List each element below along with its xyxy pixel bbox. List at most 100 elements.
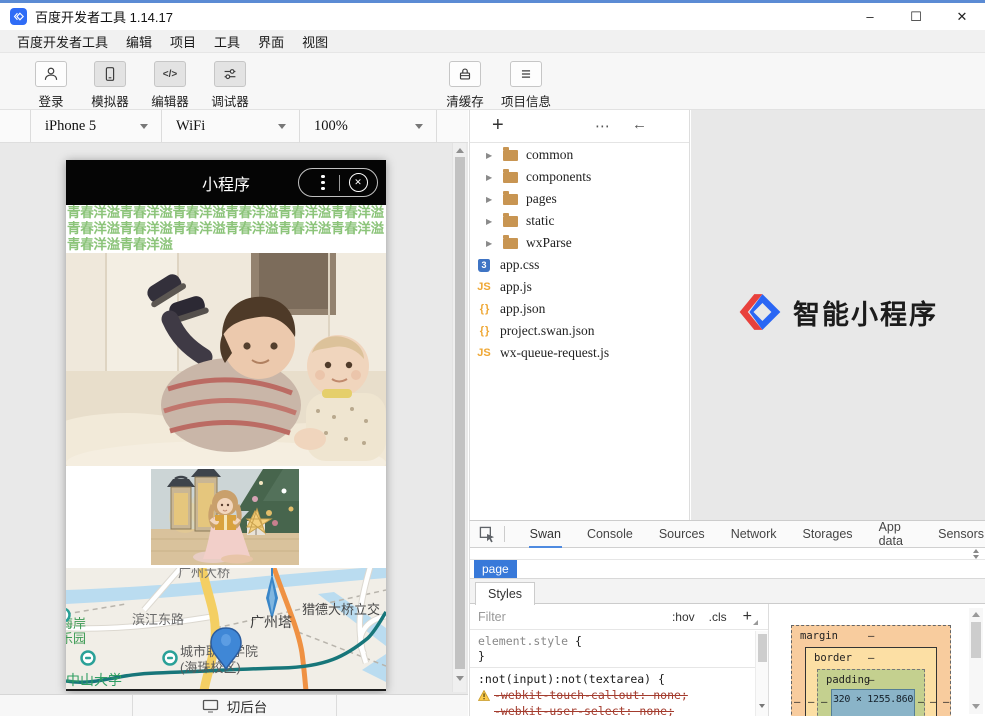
- simulator-button[interactable]: [94, 61, 126, 87]
- tab-storages[interactable]: Storages: [802, 521, 854, 548]
- menu-project[interactable]: 项目: [161, 32, 205, 51]
- border-right-value: –: [930, 696, 936, 708]
- breadcrumb-page[interactable]: page: [474, 560, 517, 578]
- scroll-up-arrow[interactable]: [973, 549, 979, 553]
- tree-folder-wxparse[interactable]: ▶ wxParse: [470, 232, 689, 254]
- scroll-up-arrow[interactable]: [456, 148, 464, 153]
- styles-pane: :hov .cls + element.style { } :not(input…: [470, 604, 769, 716]
- scroll-up-arrow[interactable]: [972, 612, 980, 617]
- margin-top-value: –: [868, 630, 874, 642]
- simulator-bottom-bar: 切后台: [0, 694, 468, 716]
- file-name: app.json: [500, 301, 545, 317]
- menu-app[interactable]: 百度开发者工具: [8, 32, 117, 51]
- selector[interactable]: element.style: [478, 634, 568, 648]
- login-button[interactable]: [35, 61, 67, 87]
- tree-more-button[interactable]: ⋯: [595, 117, 611, 135]
- elements-scrollbar[interactable]: [973, 549, 979, 559]
- tabbar-divider: [504, 526, 505, 542]
- simulator-scrollbar[interactable]: [452, 143, 466, 692]
- tree-file-appcss[interactable]: 3 app.css: [470, 254, 689, 276]
- zoom-select[interactable]: 100%: [300, 110, 437, 142]
- expand-arrow-icon[interactable]: ▶: [486, 151, 496, 160]
- tab-console[interactable]: Console: [586, 521, 634, 548]
- selector[interactable]: :not(input):not(textarea): [478, 672, 651, 686]
- baidu-smartapp-glyph: [12, 10, 25, 23]
- minimize-button[interactable]: –: [847, 3, 893, 30]
- tree-folder-pages[interactable]: ▶ pages: [470, 188, 689, 210]
- menu-interface[interactable]: 界面: [249, 32, 293, 51]
- expand-arrow-icon[interactable]: ▶: [486, 239, 496, 248]
- styles-filter-row: :hov .cls +: [470, 604, 768, 630]
- tab-network[interactable]: Network: [730, 521, 778, 548]
- menu-view[interactable]: 视图: [293, 32, 337, 51]
- toggle-hover-state-button[interactable]: :hov: [672, 610, 695, 624]
- tab-sensors[interactable]: Sensors: [937, 521, 985, 548]
- chevron-down-icon: [140, 124, 148, 129]
- tree-collapse-button[interactable]: ←: [632, 116, 647, 133]
- devtools-tabbar: Swan Console Sources Network Storages Ap…: [470, 521, 985, 548]
- maximize-button[interactable]: ☐: [893, 3, 939, 30]
- box-model-content: 320 × 1255.860: [831, 689, 915, 716]
- zoom-value: 100%: [314, 118, 348, 135]
- tree-file-appjson[interactable]: { } app.json: [470, 298, 689, 320]
- warning-icon: [478, 690, 490, 701]
- switch-background-button[interactable]: 切后台: [133, 695, 337, 716]
- tab-sources[interactable]: Sources: [658, 521, 706, 548]
- rule-not-input[interactable]: :not(input):not(textarea) { -webkit-touc…: [470, 668, 768, 716]
- more-dots-icon[interactable]: [321, 181, 325, 185]
- tree-file-appjs[interactable]: JS app.js: [470, 276, 689, 298]
- menu-edit[interactable]: 编辑: [117, 32, 161, 51]
- white-gap: [66, 466, 386, 568]
- expand-arrow-icon[interactable]: ▶: [486, 195, 496, 204]
- scroll-down-arrow[interactable]: [972, 704, 980, 709]
- device-select[interactable]: iPhone 5: [31, 110, 162, 142]
- file-tree-panel: + ⋯ ← ▶ common ▶ components ▶ pages ▶ st…: [469, 110, 690, 520]
- css-property-touch-callout[interactable]: -webkit-touch-callout: none;: [494, 688, 688, 703]
- elements-breadcrumb: page: [470, 559, 985, 578]
- styles-scrollbar[interactable]: [755, 631, 768, 716]
- styles-filter-input[interactable]: [478, 610, 618, 624]
- scrollbar-thumb[interactable]: [455, 157, 465, 669]
- close-button[interactable]: ✕: [939, 3, 985, 30]
- tree-file-wxqueuerequestjs[interactable]: JS wx-queue-request.js: [470, 342, 689, 364]
- new-style-rule-button[interactable]: +: [743, 608, 752, 626]
- tree-folder-components[interactable]: ▶ components: [470, 166, 689, 188]
- scroll-down-arrow[interactable]: [759, 704, 765, 708]
- rule-element-style[interactable]: element.style { }: [470, 630, 768, 668]
- boxmodel-scrollbar[interactable]: [969, 608, 983, 714]
- expand-arrow-icon[interactable]: ▶: [486, 173, 496, 182]
- expand-arrow-icon[interactable]: ▶: [486, 217, 496, 226]
- tab-appdata[interactable]: App data: [878, 521, 914, 548]
- js-file-icon: JS: [477, 281, 490, 293]
- devtools-panel: Swan Console Sources Network Storages Ap…: [469, 520, 985, 716]
- css-property-user-select[interactable]: -webkit-user-select: none;: [494, 704, 674, 716]
- project-info-button[interactable]: [510, 61, 542, 87]
- file-tree-header: + ⋯ ←: [470, 110, 689, 143]
- scroll-down-arrow[interactable]: [456, 676, 464, 681]
- tab-styles[interactable]: Styles: [475, 582, 535, 605]
- debugger-button[interactable]: [214, 61, 246, 87]
- scrollbar-thumb[interactable]: [971, 622, 981, 658]
- margin-right-value: –: [943, 696, 949, 708]
- tree-folder-static[interactable]: ▶ static: [470, 210, 689, 232]
- padding-label: padding: [826, 674, 870, 686]
- toggle-class-button[interactable]: .cls: [709, 610, 727, 624]
- simulator-panel: 小程序 ✕ 青春洋溢青春洋溢青春洋溢青春洋溢青春洋溢青春洋溢青春洋溢青春洋溢青春…: [0, 143, 468, 716]
- close-circle-icon[interactable]: ✕: [349, 173, 368, 192]
- tab-swan[interactable]: Swan: [529, 521, 562, 548]
- map-view[interactable]: 广州大桥 滨江东路 猎德大桥立交 广州塔 海岸 乐园 城市职业学院 (海珠校区)…: [66, 568, 386, 691]
- network-select[interactable]: WiFi: [162, 110, 300, 142]
- editor-button[interactable]: </>: [154, 61, 186, 87]
- tree-file-projectswanjson[interactable]: { } project.swan.json: [470, 320, 689, 342]
- inspect-element-button[interactable]: [479, 524, 496, 544]
- add-file-button[interactable]: +: [492, 114, 504, 137]
- capsule-menu: ✕: [298, 168, 378, 197]
- simulator-label: 模拟器: [80, 91, 140, 110]
- clear-cache-button[interactable]: [449, 61, 481, 87]
- tree-folder-common[interactable]: ▶ common: [470, 144, 689, 166]
- elements-tree[interactable]: …<page> == $0: [470, 548, 970, 559]
- scrollbar-thumb[interactable]: [758, 634, 767, 662]
- smartapp-logo: 智能小程序: [738, 293, 938, 332]
- menu-tools[interactable]: 工具: [205, 32, 249, 51]
- box-model-pane: 320 × 1255.860 margin – border – padding…: [769, 604, 985, 716]
